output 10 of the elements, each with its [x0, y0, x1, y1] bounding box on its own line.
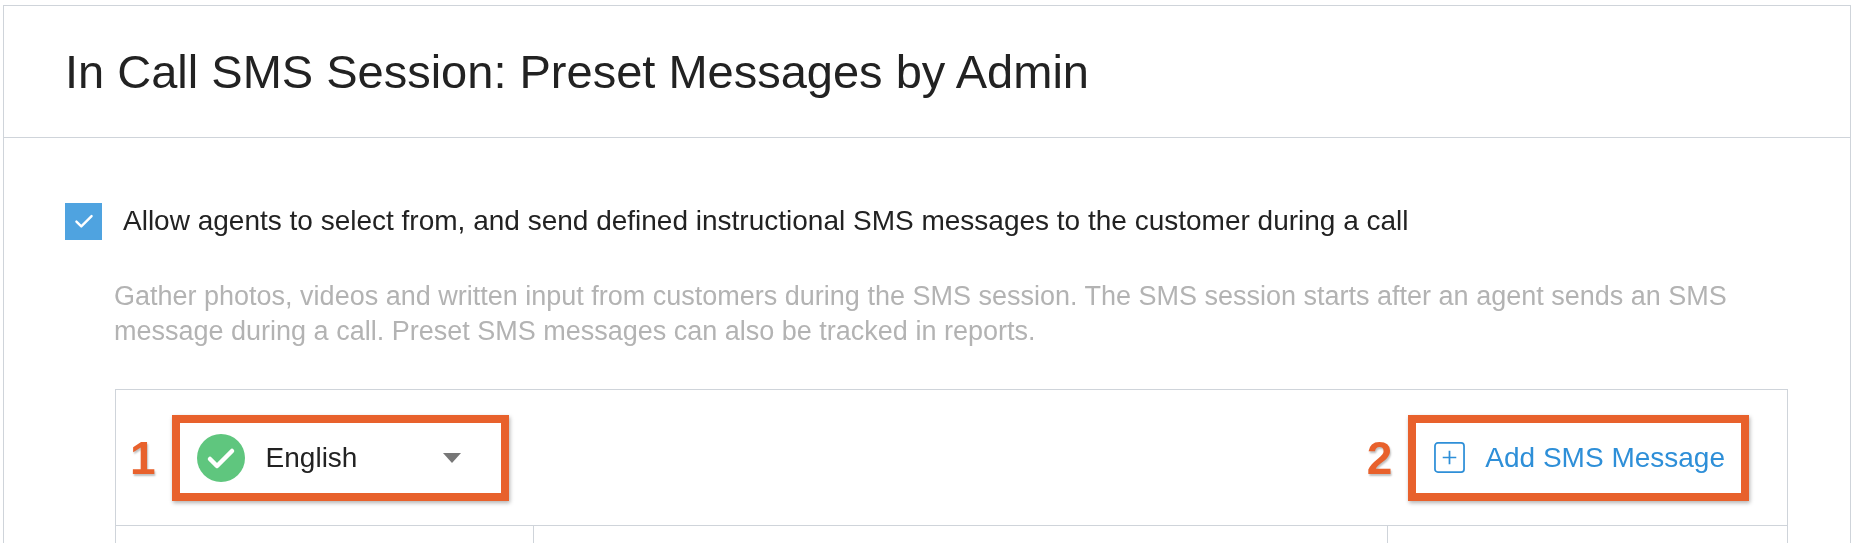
check-circle-icon	[196, 433, 245, 482]
caret-icon	[442, 452, 461, 463]
callout-number: 1	[130, 430, 156, 485]
plus-icon	[1434, 442, 1466, 473]
callout-number: 2	[1366, 430, 1393, 485]
description-text: Gather photos, videos and written input from customers during the SMS session. The SMS session starts after an agent sends an SMS message during a call. Preset SMS messages can also be tracked in reports.	[114, 280, 1728, 348]
language-dropdown[interactable]: English	[179, 422, 501, 493]
checkbox[interactable]	[65, 202, 102, 240]
section-title: In Call SMS Session: Preset Messages by Admin	[65, 44, 1089, 99]
checkbox-label: Allow agents to select from, and send defined instructional SMS messages to the customer during a call	[123, 205, 1409, 237]
